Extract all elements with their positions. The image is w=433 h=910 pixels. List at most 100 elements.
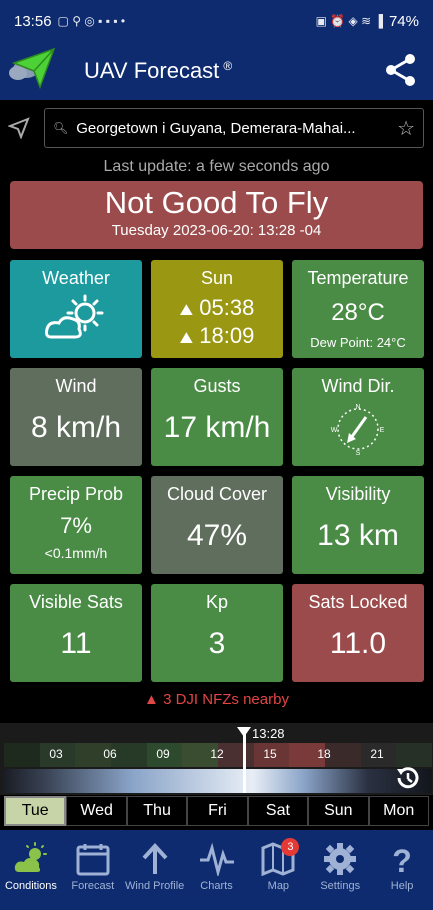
wind-direction-tile[interactable]: Wind Dir. N S W E	[292, 368, 424, 466]
nav-label: Conditions	[4, 880, 57, 892]
wind-value: 8 km/h	[30, 411, 122, 444]
search-icon: 🔍︎	[53, 121, 69, 135]
gusts-value: 17 km/h	[163, 411, 271, 444]
tile-label: Visibility	[325, 484, 391, 504]
verdict-datetime: Tuesday 2023-06-20: 13:28 -04	[111, 222, 322, 239]
weather-tile[interactable]: Weather	[10, 260, 142, 358]
nav-help[interactable]: ? Help	[371, 830, 433, 910]
nav-label: Charts	[200, 880, 233, 892]
tick-label: 18	[317, 747, 331, 761]
tile-label: Temperature	[307, 268, 409, 288]
day-tab-sun[interactable]: Sun	[308, 796, 369, 826]
location-search-input[interactable]: 🔍︎ Georgetown i Guyana, Demerara-Mahai..…	[44, 108, 424, 148]
gear-icon	[324, 843, 357, 875]
sun-tile[interactable]: Sun ⛰︎ 05:38 ⛰︎ 18:09	[151, 260, 283, 358]
svg-text:S: S	[356, 450, 361, 457]
question-mark-icon: ?	[392, 843, 412, 876]
last-update-text: Last update: a few seconds ago	[103, 158, 330, 175]
precip-value: 7%	[60, 513, 92, 538]
battery-level: 74%	[388, 12, 419, 30]
nav-label: Wind Profile	[125, 880, 185, 892]
tile-label: Precip Prob	[28, 484, 124, 504]
temperature-value: 28°C	[331, 299, 385, 326]
nav-label: Help	[390, 880, 414, 892]
svg-text:E: E	[380, 427, 385, 434]
favorite-star-icon[interactable]: ☆	[397, 116, 415, 141]
nav-settings[interactable]: Settings	[309, 830, 371, 910]
day-tab-tue[interactable]: Tue	[4, 796, 67, 826]
day-tab-sat[interactable]: Sat	[247, 796, 309, 826]
notification-icons: ▢ ⚲ ◎ ▪ ▪ ▪ •	[57, 14, 126, 28]
pulse-chart-icon	[199, 842, 234, 876]
kp-tile[interactable]: Kp 3	[151, 584, 283, 682]
status-time: 13:56	[14, 12, 52, 30]
svg-text:W: W	[331, 427, 338, 434]
current-time-label: 13:28	[252, 726, 285, 741]
nav-map[interactable]: 3 Map	[247, 830, 309, 910]
share-icon[interactable]	[383, 52, 419, 88]
app-title: UAV Forecast ®	[84, 58, 233, 83]
fly-verdict-banner: Not Good To Fly Tuesday 2023-06-20: 13:2…	[10, 181, 423, 249]
tile-label: Wind Dir.	[321, 376, 395, 396]
precip-prob-tile[interactable]: Precip Prob 7% <0.1mm/h	[10, 476, 142, 574]
nav-forecast[interactable]: Forecast	[62, 830, 124, 910]
tile-label: Weather	[42, 268, 110, 288]
tick-label: 09	[156, 747, 170, 761]
day-tab-fri[interactable]: Fri	[187, 796, 248, 826]
navigation-arrow-icon	[8, 117, 30, 139]
history-reset-icon[interactable]	[393, 763, 423, 793]
app-logo-icon	[6, 43, 62, 99]
nav-charts[interactable]: Charts	[186, 830, 248, 910]
visibility-value: 13 km	[317, 519, 399, 552]
tick-label: 12	[210, 747, 224, 761]
nfz-warning-text: 3 DJI NFZs nearby	[163, 691, 289, 708]
day-tab-wed[interactable]: Wed	[66, 796, 127, 826]
nav-label: Settings	[320, 880, 361, 892]
day-tab-thu[interactable]: Thu	[126, 796, 188, 826]
search-row: 🔍︎ Georgetown i Guyana, Demerara-Mahai..…	[0, 100, 433, 156]
day-tab-mon[interactable]: Mon	[368, 796, 429, 826]
current-time-pointer	[237, 727, 251, 737]
daylight-gradient	[4, 769, 432, 793]
wind-compass-icon: N S W E	[331, 404, 385, 457]
tick-label: 15	[263, 747, 277, 761]
visibility-tile[interactable]: Visibility 13 km	[292, 476, 424, 574]
map-badge: 3	[281, 838, 300, 856]
calendar-icon	[76, 844, 110, 876]
nav-label: Forecast	[71, 880, 115, 892]
timeline-ticks: 03 06 09 12 15 18 21	[4, 747, 432, 767]
tile-label: Sats Locked	[308, 592, 408, 612]
tile-label: Kp	[205, 592, 229, 612]
bottom-navigation: Conditions Forecast Wind Profile Charts …	[0, 830, 433, 910]
arrow-up-icon	[142, 843, 168, 874]
gusts-tile[interactable]: Gusts 17 km/h	[151, 368, 283, 466]
temperature-tile[interactable]: Temperature 28°C Dew Point: 24°C	[292, 260, 424, 358]
current-time-marker[interactable]	[243, 731, 246, 793]
nfz-warning[interactable]: ▲ 3 DJI NFZs nearby	[0, 691, 433, 708]
dew-point-value: Dew Point: 24°C	[310, 335, 406, 350]
verdict-text: Not Good To Fly	[104, 185, 329, 220]
nav-wind-profile[interactable]: Wind Profile	[124, 830, 186, 910]
hourly-timeline[interactable]: 03 06 09 12 15 18 21 13:28	[0, 723, 433, 795]
tile-label: Sun	[200, 268, 234, 288]
tile-label: Cloud Cover	[166, 484, 268, 504]
warning-icon: ▲	[144, 691, 159, 708]
tick-label: 03	[49, 747, 63, 761]
my-location-button[interactable]	[0, 117, 38, 139]
sats-locked-tile[interactable]: Sats Locked 11.0	[292, 584, 424, 682]
app-bar: UAV Forecast ®	[0, 42, 433, 100]
tick-label: 06	[103, 747, 117, 761]
sunrise-time: 05:38	[199, 295, 255, 320]
visible-sats-tile[interactable]: Visible Sats 11	[10, 584, 142, 682]
system-icons: ▣ ⏰ ◈ ≋ ▐	[315, 14, 383, 28]
svg-text:?: ?	[392, 843, 412, 876]
tile-label: Wind	[55, 376, 97, 396]
sats-locked-value: 11.0	[329, 627, 387, 660]
tile-label: Visible Sats	[29, 592, 123, 612]
nav-conditions[interactable]: Conditions	[0, 830, 62, 910]
wind-tile[interactable]: Wind 8 km/h	[10, 368, 142, 466]
partly-cloudy-icon	[14, 842, 47, 872]
cloud-cover-tile[interactable]: Cloud Cover 47%	[151, 476, 283, 574]
sunset-icon: ⛰︎	[179, 330, 194, 347]
svg-text:N: N	[355, 404, 360, 411]
